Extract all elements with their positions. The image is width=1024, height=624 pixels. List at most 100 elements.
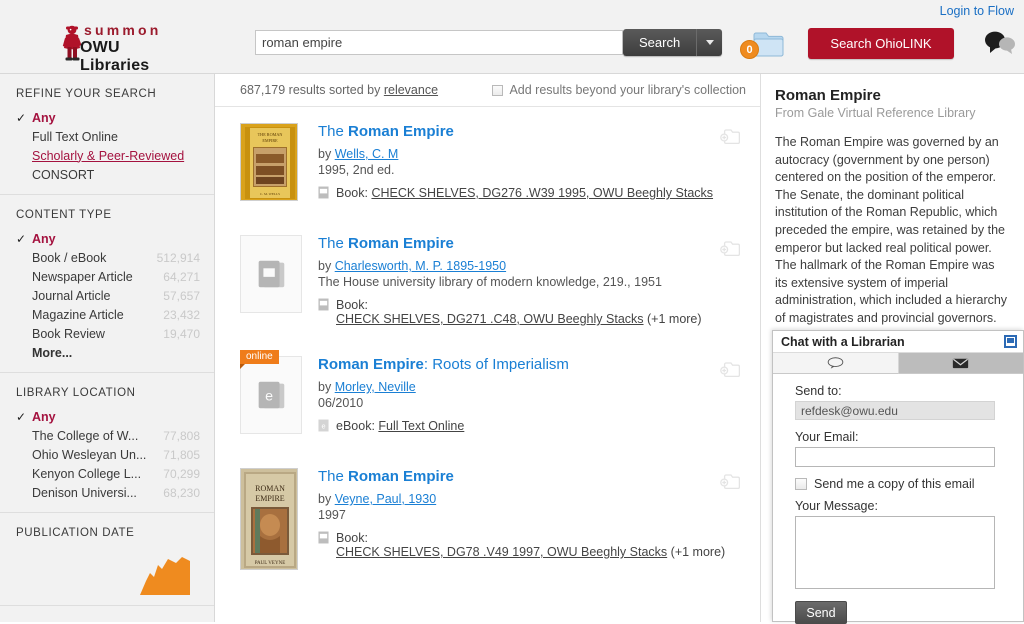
chat-launcher-button[interactable]	[984, 30, 1016, 54]
facet-consort[interactable]: CONSORT	[0, 165, 214, 184]
availability-more[interactable]: (+1 more)	[647, 312, 702, 326]
facet-magazine-article[interactable]: Magazine Article 23,432	[0, 305, 214, 324]
result-thumbnail[interactable]: THE ROMAN EMPIRE C. M. WELLS	[240, 123, 312, 205]
search-button[interactable]: Search	[623, 29, 697, 56]
result-meta: 1997	[318, 508, 346, 522]
chat-bubbles-icon	[985, 31, 1015, 54]
facet-scholarly-peer-reviewed[interactable]: Scholarly & Peer-Reviewed	[0, 146, 214, 165]
search-dropdown-toggle[interactable]	[696, 29, 723, 56]
availability-link[interactable]: CHECK SHELVES, DG276 .W39 1995, OWU Beeg…	[371, 186, 713, 200]
facet-kenyon-college[interactable]: Kenyon College L... 70,299	[0, 464, 214, 483]
facet-label: Newspaper Article	[32, 269, 133, 284]
result-item[interactable]: THE ROMAN EMPIRE C. M. WELLS The Roman E…	[215, 107, 760, 219]
result-author-link[interactable]: Charlesworth, M. P. 1895-1950	[335, 259, 506, 273]
result-item[interactable]: ROMAN EMPIRE PAUL VEYNE The Roman Empire…	[215, 452, 760, 584]
save-to-folder-icon[interactable]	[720, 472, 740, 490]
chat-widget-tabs	[773, 353, 1023, 374]
result-title-link[interactable]: The Roman Empire	[318, 123, 454, 140]
result-title-link[interactable]: The Roman Empire	[318, 468, 454, 485]
facet-book-ebook[interactable]: Book / eBook 512,914	[0, 248, 214, 267]
availability-more[interactable]: (+1 more)	[671, 545, 726, 559]
facet-count: 23,432	[163, 307, 200, 322]
result-thumbnail[interactable]	[240, 235, 312, 326]
result-author-link[interactable]: Veyne, Paul, 1930	[335, 492, 436, 506]
your-message-textarea[interactable]	[795, 516, 995, 589]
result-thumbnail[interactable]: ROMAN EMPIRE PAUL VEYNE	[240, 468, 312, 570]
svg-text:PAUL VEYNE: PAUL VEYNE	[255, 561, 286, 566]
facet-refine-any[interactable]: ✓ Any	[0, 108, 214, 127]
cover-art: ROMAN EMPIRE PAUL VEYNE	[241, 469, 297, 569]
login-to-flow-link[interactable]: Login to Flow	[940, 4, 1014, 18]
tab-chat[interactable]	[773, 353, 899, 374]
svg-text:e: e	[321, 422, 325, 431]
facet-label: The College of W...	[32, 428, 139, 443]
online-availability-flag: online	[240, 350, 279, 369]
facet-group-title: REFINE YOUR SEARCH	[16, 88, 157, 100]
result-meta: 06/2010	[318, 396, 364, 410]
title-prefix: The	[318, 235, 349, 252]
chevron-down-icon	[705, 40, 714, 45]
by-prefix: by	[318, 380, 335, 394]
result-title-link[interactable]: The Roman Empire	[318, 235, 454, 252]
tab-email[interactable]	[898, 353, 1023, 374]
logo-summon-text: summon	[84, 22, 162, 38]
availability-link[interactable]: Full Text Online	[378, 419, 464, 433]
save-to-folder-icon[interactable]	[720, 239, 740, 257]
send-copy-checkbox[interactable]: Send me a copy of this email	[795, 477, 1011, 491]
facet-location-any[interactable]: ✓ Any	[0, 407, 214, 426]
search-input[interactable]	[255, 30, 623, 55]
facet-newspaper-article[interactable]: Newspaper Article 64,271	[0, 267, 214, 286]
svg-text:EMPIRE: EMPIRE	[255, 494, 284, 503]
result-thumbnail[interactable]: online e	[240, 350, 312, 438]
add-results-beyond-checkbox[interactable]: Add results beyond your library's collec…	[492, 83, 746, 97]
book-format-icon	[318, 531, 329, 544]
result-availability: Book: CHECK SHELVES, DG271 .C48, OWU Bee…	[318, 298, 746, 326]
facet-label: Any	[32, 409, 56, 424]
your-email-input[interactable]	[795, 447, 995, 467]
book-format-icon	[318, 298, 329, 311]
facet-group-refine: REFINE YOUR SEARCH ✓ Any Full Text Onlin…	[0, 74, 214, 195]
facet-college-of-wooster[interactable]: The College of W... 77,808	[0, 426, 214, 445]
ebook-format-icon: e	[318, 419, 329, 432]
top-header-bar: Login to Flow summon OWU Libraries Searc…	[0, 0, 1024, 74]
search-ohiolink-button[interactable]: Search OhioLINK	[808, 28, 954, 59]
facet-content-type-more[interactable]: More...	[0, 343, 214, 362]
result-availability: e eBook: Full Text Online	[318, 419, 746, 433]
title-prefix: The	[318, 468, 349, 485]
facet-journal-article[interactable]: Journal Article 57,657	[0, 286, 214, 305]
saved-items-folder-button[interactable]: 0	[740, 28, 784, 60]
book-format-icon	[318, 186, 329, 199]
results-column: 687,179 results sorted by relevance Add …	[215, 74, 761, 622]
facet-label: Journal Article	[32, 288, 111, 303]
result-item[interactable]: online e Roman Empire: Roots of Imperial…	[215, 340, 760, 452]
publication-date-histogram[interactable]	[0, 551, 214, 595]
summon-search-page: Login to Flow summon OWU Libraries Searc…	[0, 0, 1024, 624]
availability-link[interactable]: CHECK SHELVES, DG78 .V49 1997, OWU Beegh…	[336, 545, 667, 559]
facet-denison-university[interactable]: Denison Universi... 68,230	[0, 483, 214, 502]
book-placeholder-icon	[258, 260, 285, 288]
result-title-link[interactable]: Roman Empire: Roots of Imperialism	[318, 356, 569, 373]
availability-link[interactable]: CHECK SHELVES, DG271 .C48, OWU Beeghly S…	[336, 312, 644, 326]
save-to-folder-icon[interactable]	[720, 360, 740, 378]
chat-email-form: Send to: refdesk@owu.edu Your Email: Sen…	[773, 374, 1023, 624]
facet-count: 19,470	[163, 326, 200, 341]
facet-book-review[interactable]: Book Review 19,470	[0, 324, 214, 343]
facet-label: CONSORT	[32, 167, 95, 182]
result-item[interactable]: The Roman Empire by Charlesworth, M. P. …	[215, 219, 760, 340]
summon-owu-logo[interactable]: summon OWU Libraries	[62, 22, 184, 74]
sort-by-relevance-link[interactable]: relevance	[384, 83, 438, 97]
search-button-group: Search	[623, 29, 723, 56]
refine-sidebar: REFINE YOUR SEARCH ✓ Any Full Text Onlin…	[0, 74, 215, 622]
result-availability: Book: CHECK SHELVES, DG78 .V49 1997, OWU…	[318, 531, 746, 559]
result-author-link[interactable]: Wells, C. M	[335, 147, 399, 161]
facet-full-text-online[interactable]: Full Text Online	[0, 127, 214, 146]
minimize-icon[interactable]	[1004, 335, 1017, 348]
facet-ohio-wesleyan[interactable]: Ohio Wesleyan Un... 71,805	[0, 445, 214, 464]
logo-owu-text: OWU Libraries	[80, 39, 150, 74]
save-to-folder-icon[interactable]	[720, 127, 740, 145]
svg-text:C. M. WELLS: C. M. WELLS	[260, 192, 280, 196]
result-author-line: by Charlesworth, M. P. 1895-1950	[318, 259, 746, 273]
facet-content-any[interactable]: ✓ Any	[0, 229, 214, 248]
result-author-link[interactable]: Morley, Neville	[335, 380, 416, 394]
send-button[interactable]: Send	[795, 601, 847, 624]
